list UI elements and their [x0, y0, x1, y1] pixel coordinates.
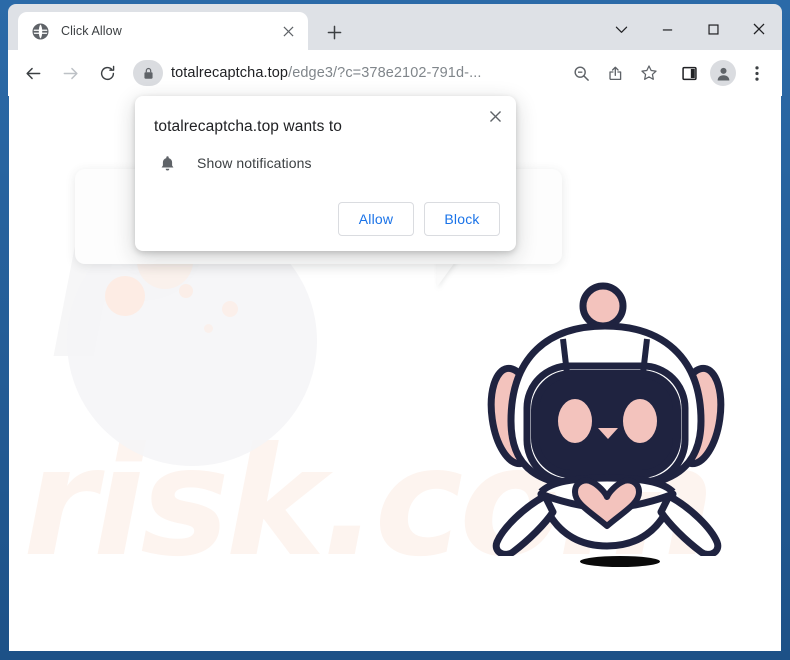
back-arrow-icon[interactable]	[18, 58, 48, 88]
avatar[interactable]	[710, 60, 736, 86]
more-menu-icon[interactable]	[742, 58, 772, 88]
robot-shadow	[580, 556, 660, 567]
maximize-button[interactable]	[690, 8, 736, 50]
browser-tab[interactable]: Click Allow	[18, 12, 308, 50]
url-domain: totalrecaptcha.top	[171, 65, 289, 81]
notification-permission-popup: totalrecaptcha.top wants to Show notific…	[135, 96, 516, 251]
bell-icon	[154, 152, 180, 174]
popup-title: totalrecaptcha.top wants to	[154, 118, 342, 135]
globe-icon	[32, 22, 49, 40]
tab-strip: Click Allow	[8, 4, 782, 50]
decorative-dot	[204, 324, 213, 333]
url-path: /edge3/?c=378e2102-791d-...	[288, 65, 482, 81]
address-bar[interactable]: totalrecaptcha.top/edge3/?c=378e2102-791…	[133, 57, 558, 89]
decorative-dot	[105, 276, 145, 316]
share-icon[interactable]	[600, 58, 630, 88]
popup-permission-row: Show notifications	[154, 152, 312, 174]
close-button[interactable]	[736, 8, 782, 50]
reload-icon[interactable]	[92, 58, 122, 88]
new-tab-button[interactable]	[320, 18, 348, 46]
popup-permission-label: Show notifications	[197, 155, 312, 171]
browser-toolbar: totalrecaptcha.top/edge3/?c=378e2102-791…	[8, 50, 782, 96]
decorative-dot	[222, 301, 238, 317]
profile-avatar[interactable]	[708, 58, 738, 88]
browser-window: Click Allow totalrecaptcha.top/edge3/?c=…	[0, 0, 790, 660]
forward-arrow-icon	[55, 58, 85, 88]
popup-actions: Allow Block	[338, 202, 500, 236]
minimize-button[interactable]	[644, 8, 690, 50]
toolbar-icons	[562, 58, 772, 88]
decorative-dot	[179, 284, 193, 298]
zoom-icon[interactable]	[566, 58, 596, 88]
allow-button[interactable]: Allow	[338, 202, 414, 236]
favorite-star-icon[interactable]	[634, 58, 664, 88]
block-button[interactable]: Block	[424, 202, 500, 236]
tab-title: Click Allow	[61, 24, 122, 38]
tab-close-icon[interactable]	[278, 21, 298, 41]
robot-mascot	[479, 216, 739, 561]
popup-close-icon[interactable]	[482, 103, 508, 129]
sidebar-icon[interactable]	[674, 58, 704, 88]
lock-icon[interactable]	[133, 60, 163, 86]
url-text: totalrecaptcha.top/edge3/?c=378e2102-791…	[171, 65, 481, 81]
window-controls	[598, 8, 782, 50]
tab-search-button[interactable]	[598, 8, 644, 50]
